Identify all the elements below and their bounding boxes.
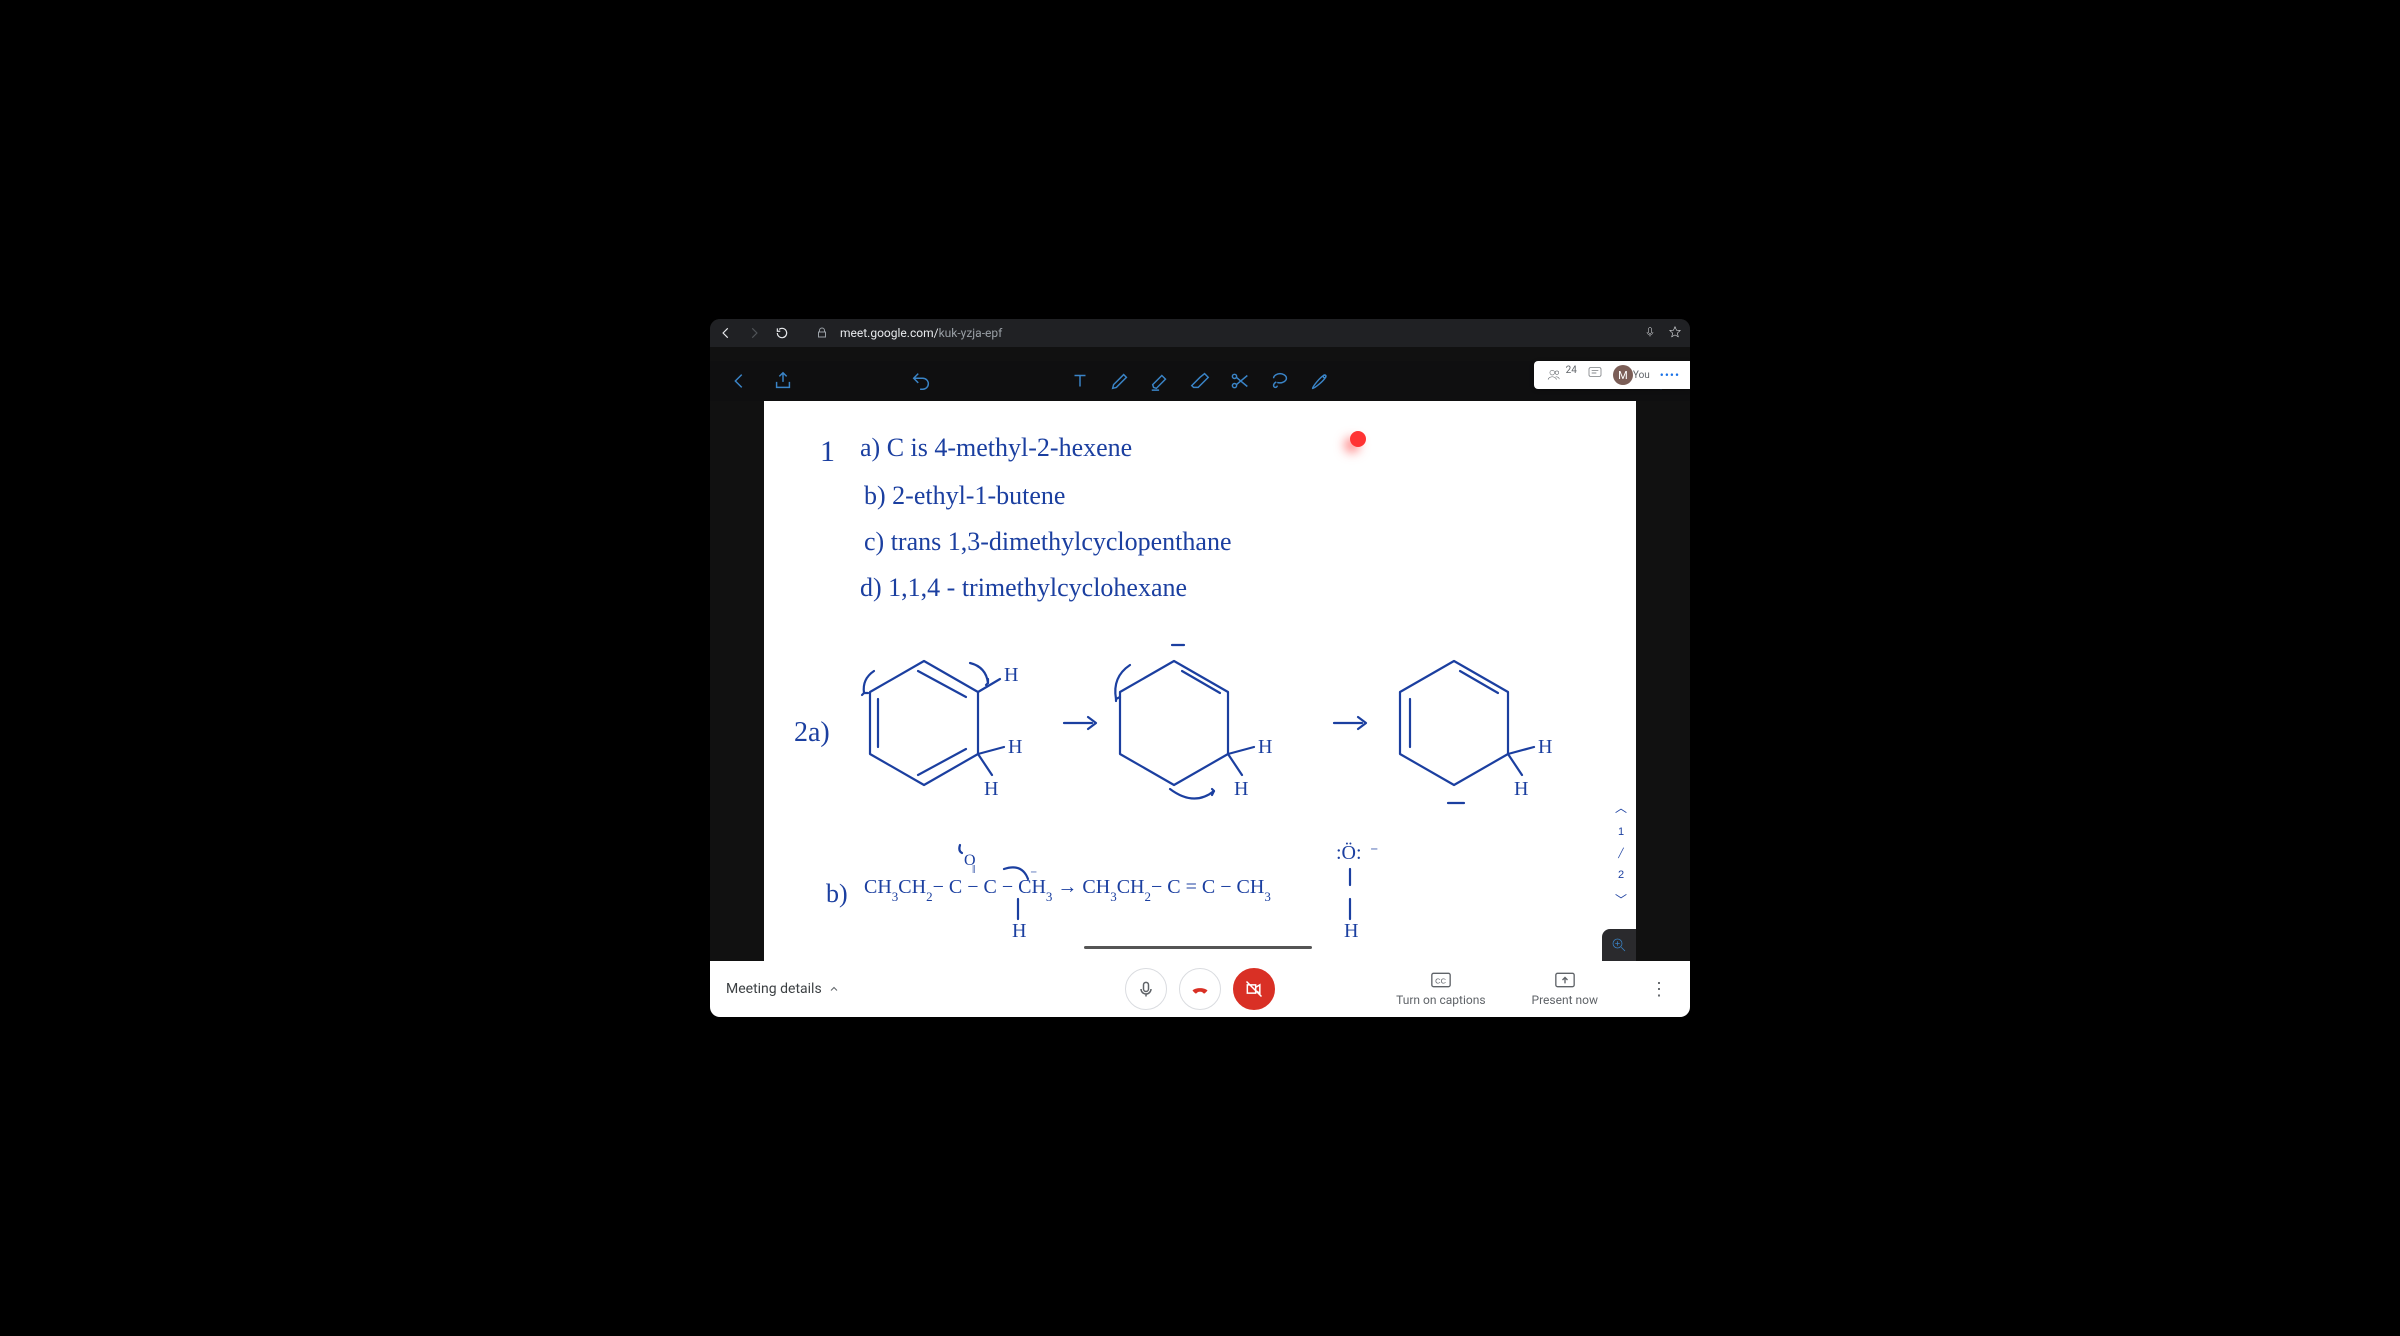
svg-text:H: H <box>1258 736 1272 758</box>
page-down-icon[interactable]: ﹀ <box>1615 891 1627 908</box>
page-up-icon[interactable]: ︿ <box>1615 799 1627 816</box>
tab-strip <box>710 347 1690 361</box>
whiteboard-scroll-handle[interactable] <box>1084 946 1312 949</box>
eraser-tool-icon[interactable] <box>1189 370 1211 392</box>
back-chevron-icon[interactable] <box>728 370 750 392</box>
svg-text:H: H <box>1234 778 1248 800</box>
svg-text:H: H <box>1344 920 1358 942</box>
lasso-tool-icon[interactable] <box>1269 370 1291 392</box>
present-label: Present now <box>1532 993 1598 1007</box>
you-label: You <box>1633 370 1650 381</box>
svg-text:H: H <box>1538 736 1552 758</box>
mute-button[interactable] <box>1125 968 1167 1010</box>
chemistry-diagram: H H H <box>764 401 1636 961</box>
camera-button[interactable] <box>1233 968 1275 1010</box>
participant-count-value: 24 <box>1566 365 1577 376</box>
page-indicator[interactable]: ︿ 1 ╱ 2 ﹀ <box>1612 799 1630 908</box>
svg-text:H: H <box>1004 664 1018 686</box>
reload-button[interactable] <box>774 326 790 340</box>
captions-label: Turn on captions <box>1396 993 1485 1007</box>
svg-text:H: H <box>1012 920 1026 942</box>
svg-text:‖: ‖ <box>972 862 975 876</box>
text-tool-icon[interactable] <box>1069 370 1091 392</box>
back-button[interactable] <box>718 326 734 340</box>
pen-tool-icon[interactable] <box>1109 370 1131 392</box>
voice-search-icon[interactable] <box>1644 325 1656 342</box>
lock-icon <box>816 327 828 339</box>
captions-button[interactable]: CC Turn on captions <box>1396 971 1485 1007</box>
meeting-details-button[interactable]: Meeting details <box>726 981 840 997</box>
url-domain: meet.google.com/ <box>840 326 939 340</box>
svg-text:H: H <box>1008 736 1022 758</box>
hangup-button[interactable] <box>1179 968 1221 1010</box>
captions-icon: CC <box>1431 971 1451 989</box>
zoom-button[interactable] <box>1602 929 1636 961</box>
page-total: 2 <box>1618 869 1624 881</box>
scissors-icon[interactable] <box>1229 370 1251 392</box>
svg-text:⁻: ⁻ <box>1030 868 1037 883</box>
undo-icon[interactable] <box>910 370 932 392</box>
svg-text::Ö:: :Ö: <box>1336 841 1362 864</box>
participants-panel[interactable]: 24 M You •••• <box>1534 361 1690 389</box>
browser-window: meet.google.com/kuk-yzja-epf 24 M You ••… <box>710 319 1690 1017</box>
highlighter-tool-icon[interactable] <box>1149 370 1171 392</box>
svg-text:CH3CH2− C − C − CH3 → CH3CH2−: CH3CH2− C − C − CH3 → CH3CH2− C = C − CH… <box>864 876 1271 904</box>
chat-icon[interactable] <box>1587 365 1603 385</box>
page-current: 1 <box>1618 826 1624 838</box>
meeting-details-label: Meeting details <box>726 981 822 997</box>
share-icon[interactable] <box>772 370 794 392</box>
browser-address-bar: meet.google.com/kuk-yzja-epf <box>710 319 1690 347</box>
forward-button[interactable] <box>746 326 762 340</box>
more-options-button[interactable]: ⋮ <box>1644 979 1674 1000</box>
present-button[interactable]: Present now <box>1532 971 1598 1007</box>
svg-text:⁻: ⁻ <box>1370 844 1378 861</box>
laser-tool-icon[interactable] <box>1309 370 1331 392</box>
avatar-initial: M <box>1618 369 1628 382</box>
svg-text:H: H <box>984 778 998 800</box>
url-text[interactable]: meet.google.com/kuk-yzja-epf <box>840 326 1002 340</box>
shared-screen-area: 1 a) C is 4-methyl-2-hexene b) 2-ethyl-1… <box>710 401 1690 961</box>
call-controls <box>1125 968 1275 1010</box>
bookmark-star-icon[interactable] <box>1668 325 1682 342</box>
whiteboard: 1 a) C is 4-methyl-2-hexene b) 2-ethyl-1… <box>764 401 1636 961</box>
avatar[interactable]: M <box>1613 365 1633 385</box>
participant-count[interactable]: 24 <box>1546 368 1577 382</box>
meet-bottom-bar: Meeting details CC Turn on captions <box>710 961 1690 1017</box>
present-icon <box>1555 971 1575 989</box>
url-path: kuk-yzja-epf <box>939 326 1003 340</box>
svg-text:CC: CC <box>1435 976 1446 985</box>
more-dots-icon[interactable]: •••• <box>1660 368 1680 382</box>
svg-text:H: H <box>1514 778 1528 800</box>
